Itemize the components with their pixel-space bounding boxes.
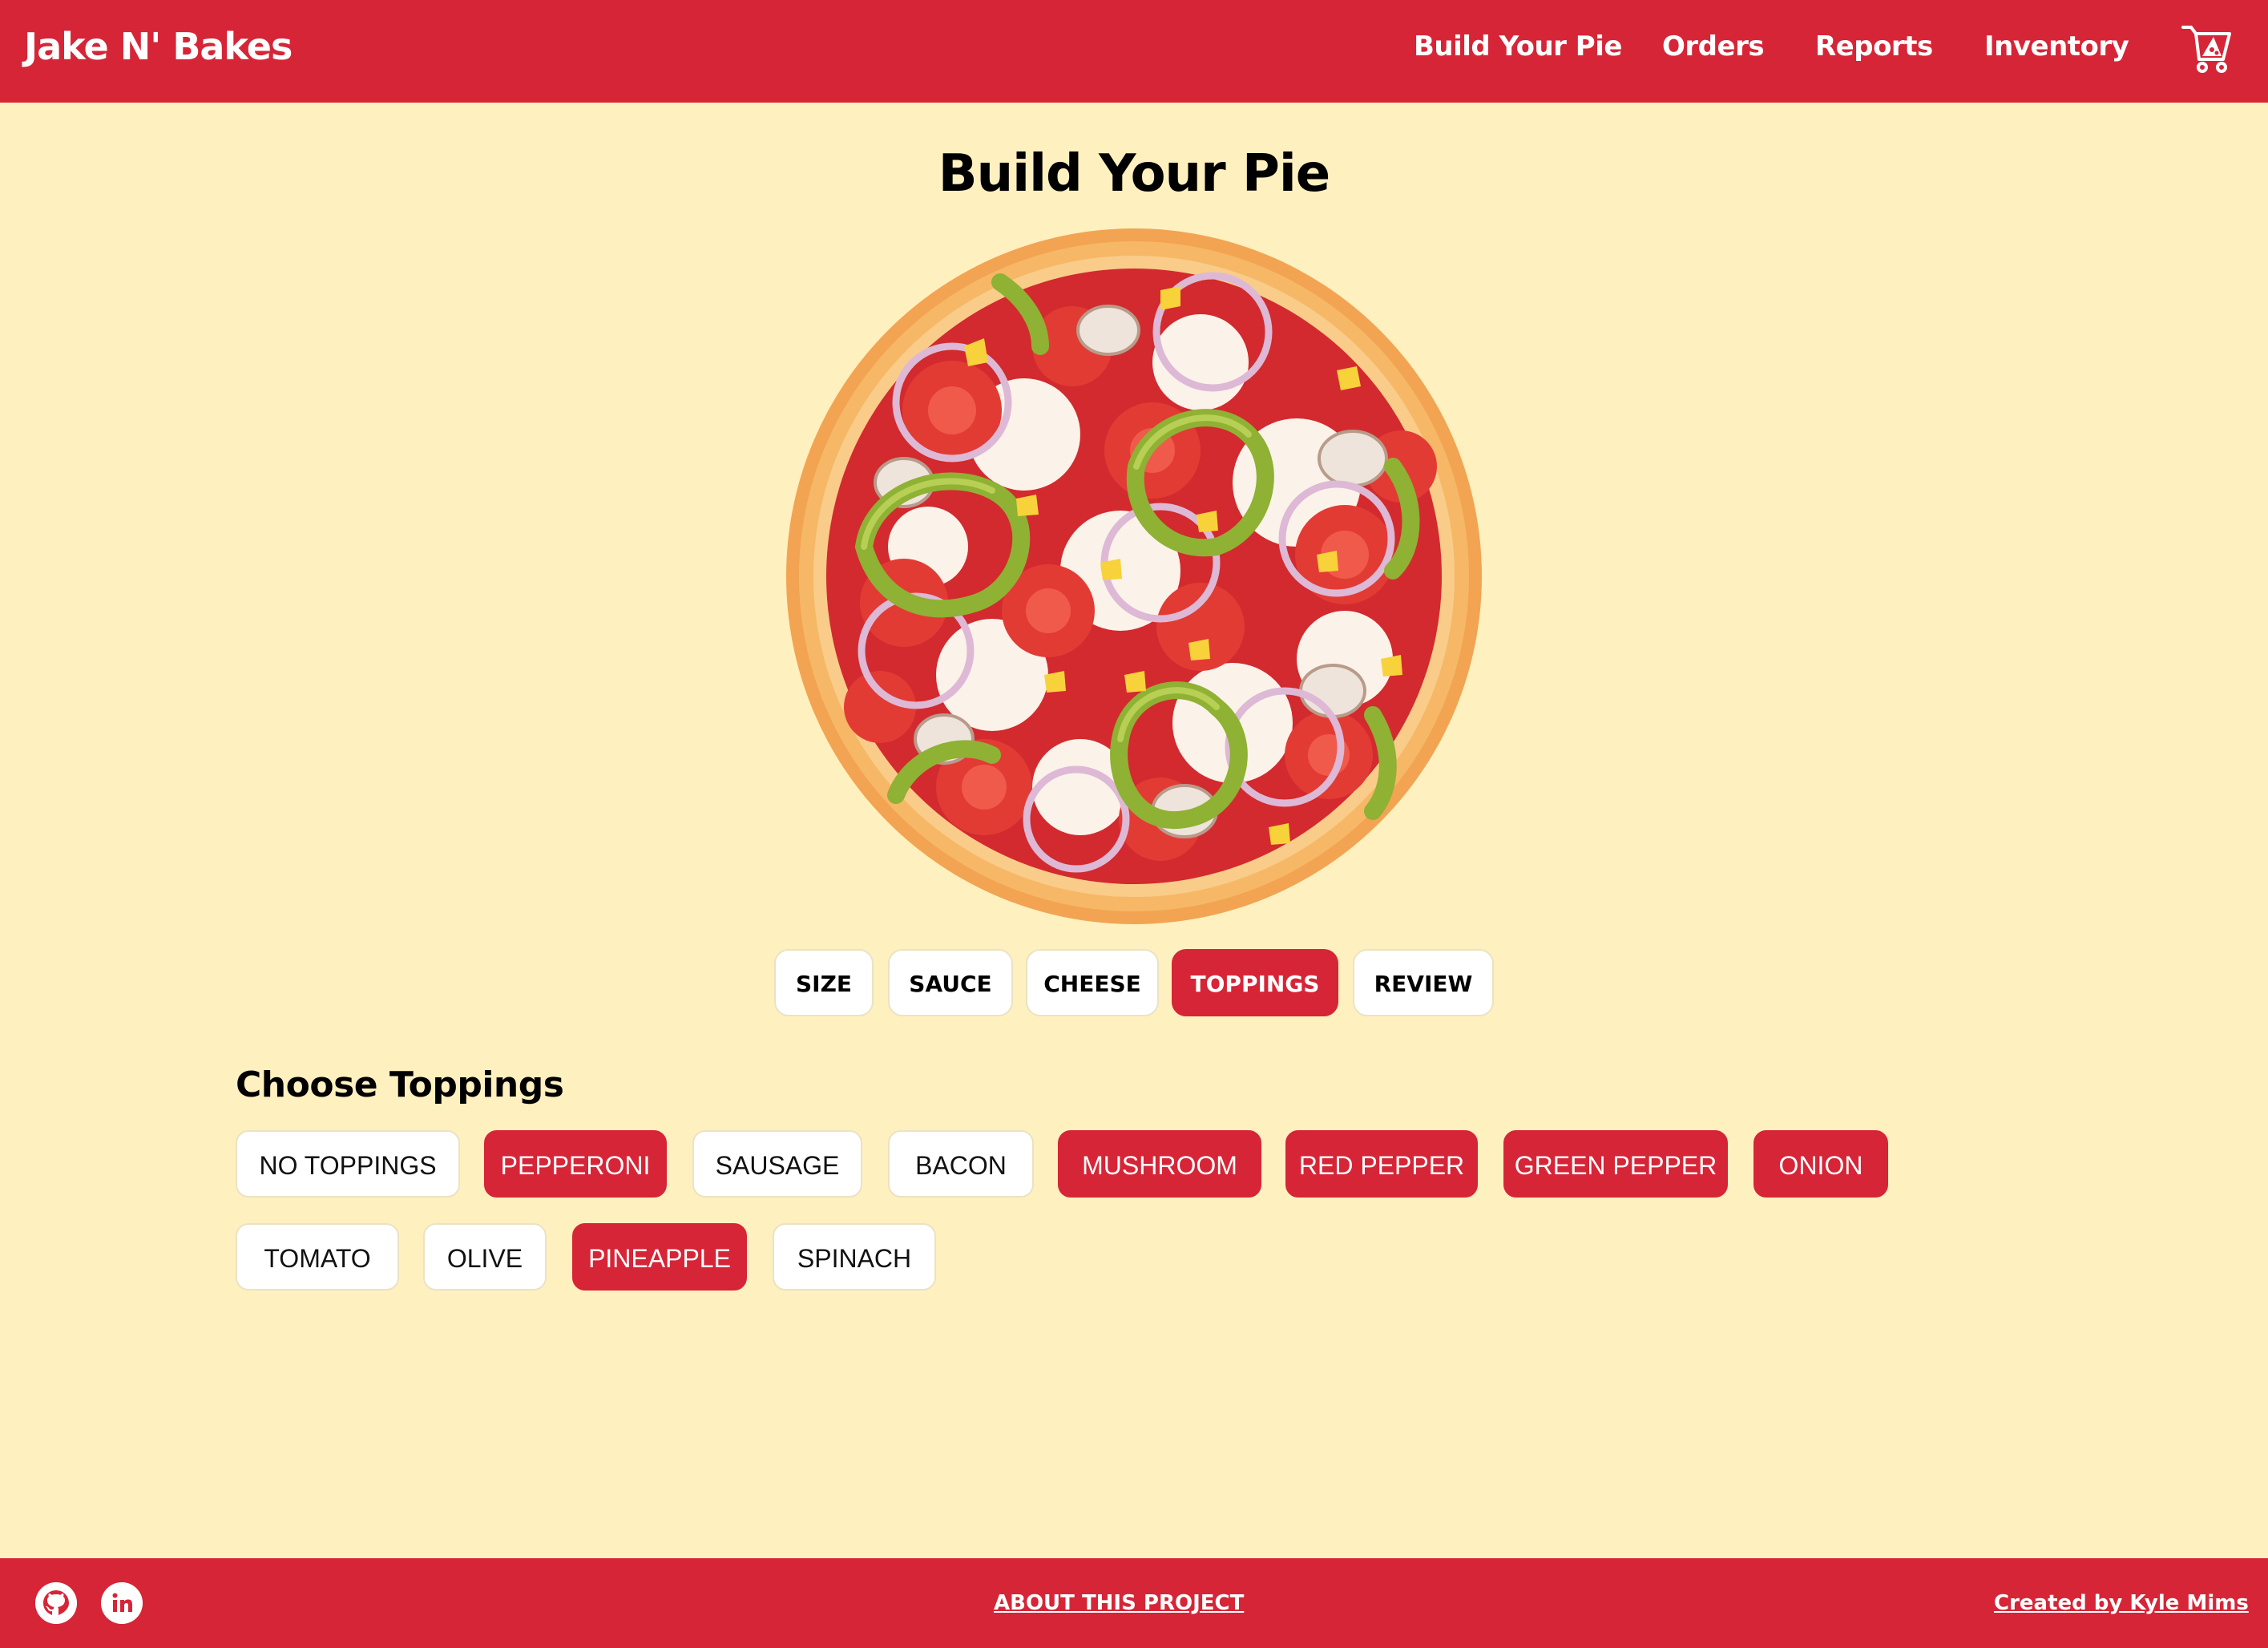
footer: ABOUT THIS PROJECT Created by Kyle Mims [0, 1558, 2268, 1648]
topping-green-pepper[interactable]: GREEN PEPPER [1503, 1130, 1728, 1198]
topping-sausage[interactable]: SAUSAGE [692, 1130, 862, 1198]
choose-toppings-heading: Choose Toppings [236, 1064, 564, 1105]
linkedin-icon[interactable] [101, 1582, 143, 1624]
topping-pepperoni[interactable]: PEPPERONI [484, 1130, 667, 1198]
top-navbar: Jake N' Bakes Build Your Pie Orders Repo… [0, 0, 2268, 103]
topping-spinach[interactable]: SPINACH [773, 1223, 936, 1291]
topping-no-toppings[interactable]: NO TOPPINGS [236, 1130, 460, 1198]
tab-cheese[interactable]: CHEESE [1026, 949, 1159, 1016]
page-title: Build Your Pie [938, 144, 1330, 204]
about-project-link[interactable]: ABOUT THIS PROJECT [994, 1558, 1244, 1648]
github-icon[interactable] [35, 1582, 77, 1624]
topping-mushroom[interactable]: MUSHROOM [1058, 1130, 1261, 1198]
nav-reports[interactable]: Reports [1815, 0, 1933, 93]
topping-olive[interactable]: OLIVE [423, 1223, 547, 1291]
nav-build-your-pie[interactable]: Build Your Pie [1414, 0, 1622, 93]
tab-size[interactable]: SIZE [774, 949, 874, 1016]
brand-logo[interactable]: Jake N' Bakes [24, 0, 293, 93]
nav-inventory[interactable]: Inventory [1984, 0, 2129, 93]
topping-bacon[interactable]: BACON [888, 1130, 1034, 1198]
cart-icon[interactable] [2181, 22, 2238, 75]
tab-review[interactable]: REVIEW [1353, 949, 1494, 1016]
pizza-preview-image [786, 228, 1482, 924]
nav-orders[interactable]: Orders [1662, 0, 1765, 93]
topping-pineapple[interactable]: PINEAPPLE [572, 1223, 747, 1291]
creator-credit-link[interactable]: Created by Kyle Mims [1994, 1558, 2249, 1648]
topping-red-pepper[interactable]: RED PEPPER [1285, 1130, 1478, 1198]
tab-toppings[interactable]: TOPPINGS [1172, 949, 1338, 1016]
topping-tomato[interactable]: TOMATO [236, 1223, 399, 1291]
topping-onion[interactable]: ONION [1753, 1130, 1888, 1198]
tab-sauce[interactable]: SAUCE [888, 949, 1013, 1016]
